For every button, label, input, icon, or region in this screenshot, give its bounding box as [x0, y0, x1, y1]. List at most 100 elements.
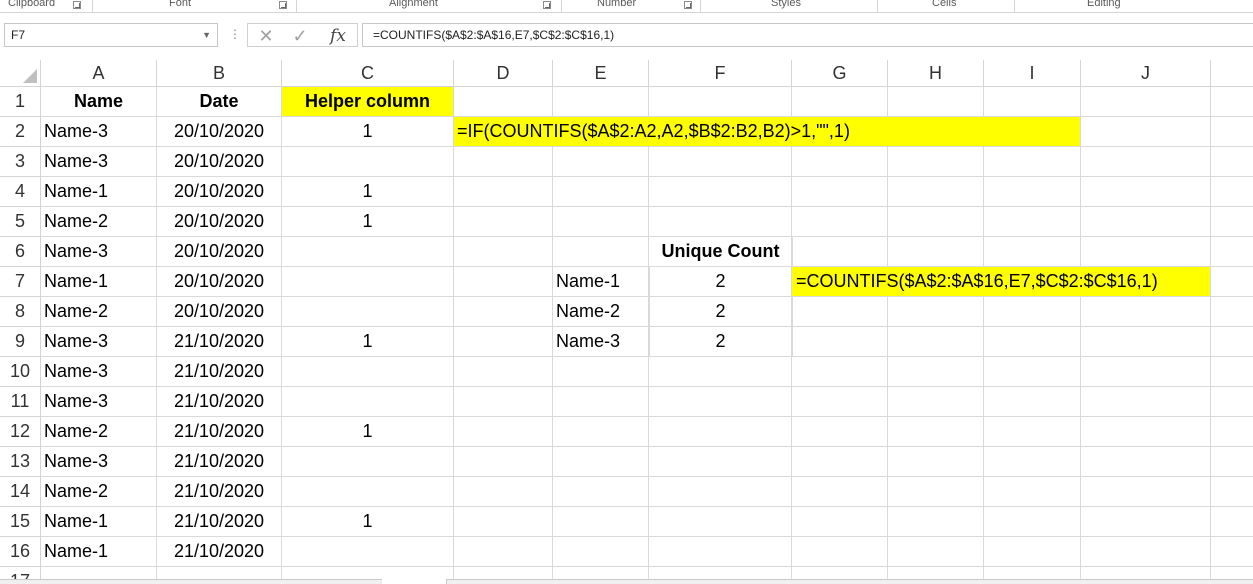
grid-cell[interactable]	[888, 507, 984, 537]
name-box[interactable]: F7 ▼	[4, 23, 218, 47]
unique-count-cell[interactable]: 2	[649, 297, 793, 327]
grid-cell[interactable]	[454, 207, 553, 237]
grid-cell[interactable]	[649, 177, 792, 207]
grid-cell[interactable]	[888, 237, 984, 267]
row-header[interactable]: 5	[0, 207, 41, 237]
row-header[interactable]: 10	[0, 357, 41, 387]
grid-cell[interactable]	[984, 147, 1081, 177]
grid-cell[interactable]	[454, 87, 553, 117]
grid-cell[interactable]	[984, 177, 1081, 207]
name-cell[interactable]: Name-1	[41, 537, 157, 567]
helper-cell[interactable]	[282, 297, 454, 327]
date-cell[interactable]: 21/10/2020	[157, 537, 282, 567]
grid-cell[interactable]	[792, 87, 888, 117]
row-header[interactable]: 6	[0, 237, 41, 267]
grid-cell[interactable]	[1081, 387, 1211, 417]
grid-cell[interactable]	[984, 357, 1081, 387]
grid-cell[interactable]	[1211, 477, 1253, 507]
grid-cell[interactable]	[1081, 537, 1211, 567]
name-cell[interactable]: Name-1	[41, 507, 157, 537]
row-header[interactable]: 4	[0, 177, 41, 207]
grid-cell[interactable]	[454, 327, 553, 357]
helper-cell[interactable]: 1	[282, 417, 454, 447]
formula-input[interactable]: =COUNTIFS($A$2:$A$16,E7,$C$2:$C$16,1)	[362, 23, 1253, 47]
grid-cell[interactable]	[984, 297, 1081, 327]
grid-cell[interactable]	[1081, 327, 1211, 357]
date-cell[interactable]: 20/10/2020	[157, 117, 282, 147]
grid-cell[interactable]	[454, 447, 553, 477]
column-header-h[interactable]: H	[888, 60, 984, 87]
name-cell[interactable]: Name-3	[41, 147, 157, 177]
unique-name-cell[interactable]: Name-1	[553, 267, 650, 297]
grid-cell[interactable]	[1081, 357, 1211, 387]
grid-cell[interactable]	[888, 447, 984, 477]
date-cell[interactable]: 20/10/2020	[157, 297, 282, 327]
grid-cell[interactable]	[454, 237, 553, 267]
column-header-f[interactable]: F	[649, 60, 792, 87]
name-cell[interactable]: Name-2	[41, 207, 157, 237]
grid-cell[interactable]	[1211, 147, 1253, 177]
helper-cell[interactable]: 1	[282, 117, 454, 147]
date-cell[interactable]: 21/10/2020	[157, 477, 282, 507]
row-header[interactable]: 1	[0, 87, 41, 117]
spreadsheet-grid[interactable]: ABCDEFGHIJ 1 2 3 4 5 6 7 8 9 10 11 12 13 14 15 16 17 Nam…	[0, 60, 1253, 584]
date-cell[interactable]: 20/10/2020	[157, 207, 282, 237]
grid-cell[interactable]	[553, 177, 649, 207]
grid-cell[interactable]	[984, 87, 1081, 117]
grid-cell[interactable]	[553, 387, 649, 417]
grid-cell[interactable]	[649, 477, 792, 507]
grid-cell[interactable]	[553, 537, 649, 567]
helper-cell[interactable]	[282, 477, 454, 507]
date-cell[interactable]: 21/10/2020	[157, 357, 282, 387]
select-all-corner[interactable]	[0, 60, 41, 87]
name-cell[interactable]: Name-2	[41, 417, 157, 447]
grid-cell[interactable]	[649, 207, 792, 237]
grid-cell[interactable]	[1211, 387, 1253, 417]
name-cell[interactable]: Name-1	[41, 177, 157, 207]
chevron-down-icon[interactable]: ▼	[202, 30, 211, 40]
row-header[interactable]: 11	[0, 387, 41, 417]
header-name[interactable]: Name	[41, 87, 157, 117]
grid-cell[interactable]	[888, 177, 984, 207]
cancel-icon[interactable]: ✕	[254, 24, 278, 48]
grid-cell[interactable]	[984, 507, 1081, 537]
grid-cell[interactable]	[454, 387, 553, 417]
grid-cell[interactable]	[649, 87, 792, 117]
grid-cell[interactable]	[1211, 87, 1253, 117]
grid-cell[interactable]	[888, 87, 984, 117]
grid-cell[interactable]	[1081, 237, 1211, 267]
name-cell[interactable]: Name-2	[41, 297, 157, 327]
insert-function-icon[interactable]: fx	[324, 24, 352, 48]
grid-cell[interactable]	[649, 417, 792, 447]
grid-cell[interactable]	[792, 147, 888, 177]
grid-cell[interactable]	[984, 237, 1081, 267]
header-helper-column[interactable]: Helper column	[282, 87, 454, 117]
enter-check-icon[interactable]: ✓	[288, 24, 312, 48]
helper-cell[interactable]	[282, 387, 454, 417]
grid-cell[interactable]	[1081, 447, 1211, 477]
grid-cell[interactable]	[454, 297, 553, 327]
date-cell[interactable]: 21/10/2020	[157, 387, 282, 417]
grid-cell[interactable]	[454, 477, 553, 507]
grid-cell[interactable]	[454, 537, 553, 567]
helper-cell[interactable]	[282, 357, 454, 387]
grid-cell[interactable]	[553, 357, 649, 387]
grid-cell[interactable]	[1211, 117, 1253, 147]
row-header[interactable]: 3	[0, 147, 41, 177]
row-header[interactable]: 7	[0, 267, 41, 297]
grid-cell[interactable]	[888, 357, 984, 387]
grid-cell[interactable]	[1211, 357, 1253, 387]
grid-cell[interactable]	[649, 447, 792, 477]
number-launcher-icon[interactable]	[684, 1, 692, 9]
row-header[interactable]: 12	[0, 417, 41, 447]
grid-cell[interactable]	[984, 327, 1081, 357]
grid-cell[interactable]	[792, 297, 888, 327]
row-header[interactable]: 9	[0, 327, 41, 357]
grid-cell[interactable]	[553, 447, 649, 477]
clipboard-launcher-icon[interactable]	[73, 1, 81, 9]
grid-cell[interactable]	[1211, 507, 1253, 537]
grid-cell[interactable]	[888, 327, 984, 357]
grid-cell[interactable]	[984, 417, 1081, 447]
column-header-g[interactable]: G	[792, 60, 888, 87]
date-cell[interactable]: 21/10/2020	[157, 327, 282, 357]
